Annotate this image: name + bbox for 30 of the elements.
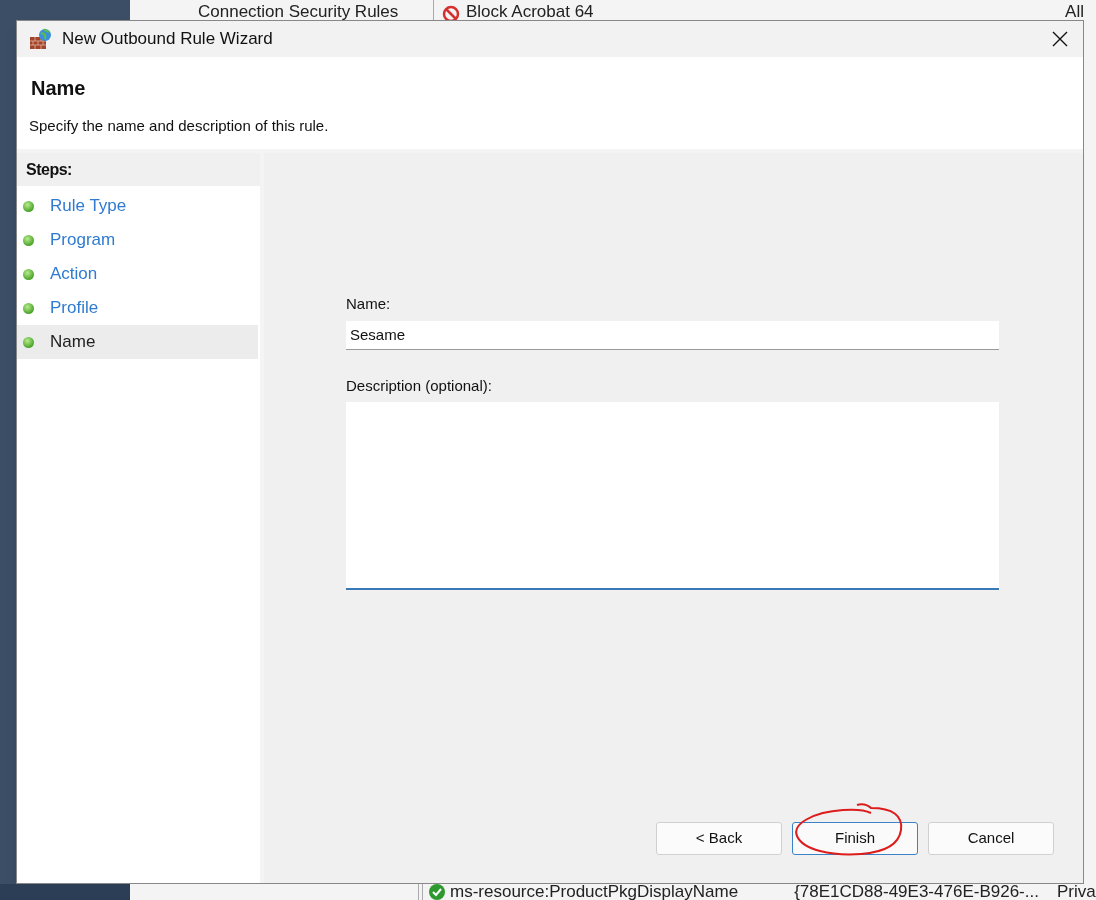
steps-heading: Steps: [17, 153, 260, 186]
page-heading: Name [31, 76, 87, 101]
status-dot-icon [23, 268, 34, 280]
background-rule-name: ms-resource:ProductPkgDisplayName [450, 884, 739, 900]
close-icon [1052, 31, 1068, 47]
background-tree-item: Connection Security Rules [198, 4, 400, 20]
firewall-globe-icon [29, 28, 53, 50]
status-dot-icon [23, 234, 34, 246]
step-item[interactable]: Name [17, 325, 258, 359]
name-label: Name: [346, 294, 392, 314]
page-description: Specify the name and description of this rule. [29, 116, 330, 136]
step-item[interactable]: Rule Type [17, 189, 258, 223]
status-dot-icon [23, 200, 34, 212]
status-dot-icon [23, 336, 34, 348]
step-item[interactable]: Program [17, 223, 258, 257]
status-dot-icon [23, 302, 34, 314]
background-cell: {78E1CD88-49E3-476E-B926-... [794, 884, 1039, 900]
blocked-icon [441, 4, 461, 20]
wizard-button[interactable]: Finish [792, 822, 918, 855]
description-field[interactable] [346, 402, 999, 590]
name-field[interactable]: Sesame [346, 320, 999, 350]
window-title: New Outbound Rule Wizard [62, 28, 273, 51]
step-item[interactable]: Profile [17, 291, 258, 325]
wizard-button[interactable]: Cancel [928, 822, 1054, 855]
background-cell: All [1065, 4, 1084, 20]
wizard-button[interactable]: < Back [656, 822, 782, 855]
background-rule-name: Block Acrobat 64 [466, 4, 594, 20]
background-cell: Priva [1056, 884, 1096, 900]
description-label: Description (optional): [346, 375, 493, 396]
step-item[interactable]: Action [17, 257, 258, 291]
